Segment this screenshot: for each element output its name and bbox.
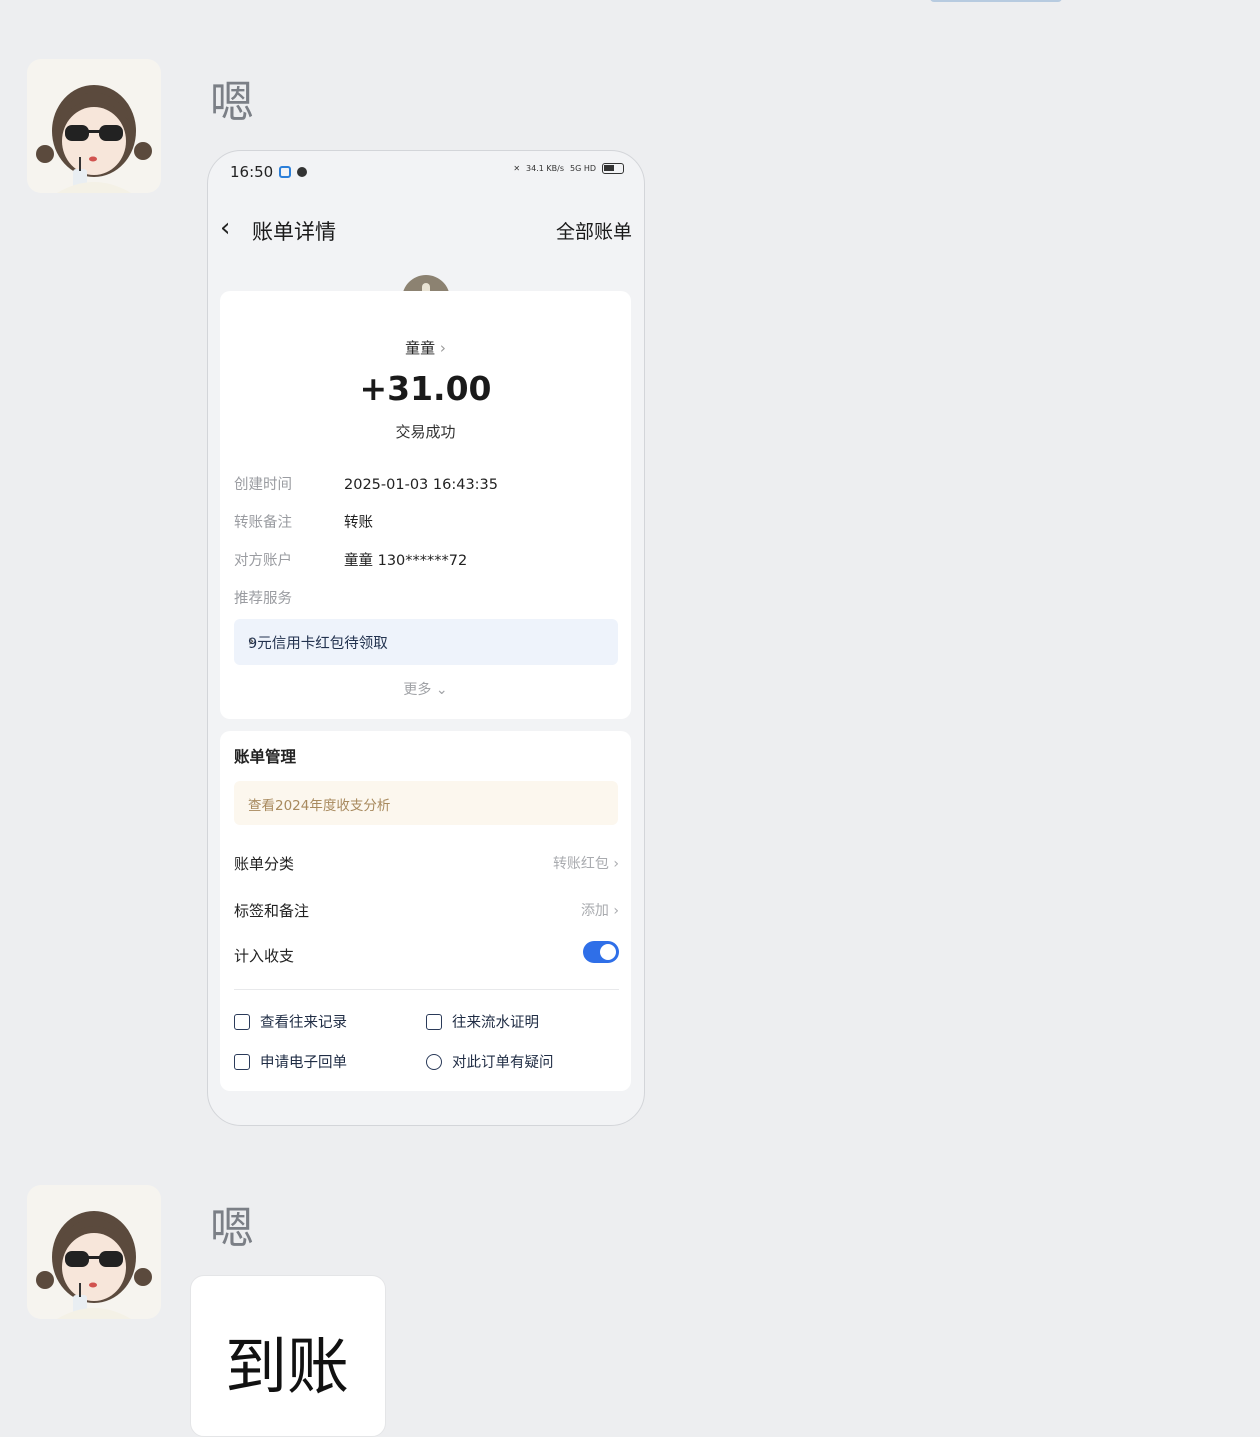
payer-name[interactable]: 童童 ›	[220, 337, 631, 358]
payer-name-text: 童童	[405, 339, 436, 357]
chevron-right-icon: ›	[248, 631, 255, 650]
sender-name: 嗯	[210, 77, 254, 128]
chevron-right-icon: ›	[439, 339, 446, 357]
transfer-receipt-image[interactable]: 16:50 ✕ 34.1 KB/s 5G HD ‹ 账单详情 全部账单 童童 ›…	[207, 150, 645, 1126]
receipt-card: 童童 › +31.00 交易成功 创建时间 2025-01-03 16:43:35…	[220, 291, 631, 719]
page-title: 账单详情	[252, 220, 336, 244]
detail-row: 转账备注 转账	[234, 511, 373, 532]
avatar[interactable]	[27, 59, 161, 193]
count-income-row: 计入收支	[234, 941, 619, 966]
more-toggle[interactable]: 更多 ⌄	[220, 679, 631, 699]
chevron-right-icon: ›	[248, 792, 254, 810]
detail-value: 2025-01-03 16:43:35	[344, 477, 498, 493]
view-records-action[interactable]: 查看往来记录	[234, 1011, 347, 1032]
battery-icon	[602, 163, 624, 174]
row-label: 计入收支	[234, 947, 295, 965]
status-bar: 16:50	[230, 163, 308, 181]
detail-key: 推荐服务	[234, 591, 292, 607]
detail-row: 对方账户 童童 130******72	[234, 549, 467, 570]
action-label: 申请电子回单	[260, 1055, 347, 1071]
row-label: 账单分类	[234, 855, 295, 873]
amount: +31.00	[359, 369, 492, 408]
detail-value: 童童 130******72	[344, 553, 468, 569]
all-bills-link[interactable]: 全部账单	[556, 217, 632, 244]
order-question-action[interactable]: 对此订单有疑问	[426, 1051, 554, 1072]
action-label: 查看往来记录	[260, 1015, 347, 1031]
count-income-toggle[interactable]	[583, 941, 619, 963]
promo-banner[interactable]: 9元信用卡红包待领取 ›	[234, 619, 618, 665]
document-icon	[426, 1013, 442, 1030]
question-icon	[426, 1053, 442, 1070]
detail-key: 创建时间	[234, 477, 292, 493]
message-icon	[297, 167, 308, 177]
divider	[234, 989, 619, 990]
detail-value: 转账	[344, 515, 373, 531]
annual-analysis-banner[interactable]: 查看2024年度收支分析 ›	[234, 781, 618, 825]
top-scroll-indicator	[930, 0, 1062, 2]
notification-icon	[279, 166, 292, 178]
bill-management-card: 账单管理 查看2024年度收支分析 › 账单分类 转账红包 › 标签和备注 添加…	[220, 731, 631, 1091]
tag-note-row[interactable]: 标签和备注 添加 ›	[234, 900, 619, 921]
add-value: 添加	[580, 903, 609, 919]
action-label: 往来流水证明	[452, 1015, 539, 1031]
mute-icon: ✕	[513, 164, 521, 173]
row-value: 添加 ›	[580, 903, 619, 919]
row-label: 标签和备注	[234, 902, 310, 920]
status-right: ✕ 34.1 KB/s 5G HD	[513, 163, 624, 174]
status-time: 16:50	[230, 163, 274, 181]
category-value: 转账红包	[552, 856, 609, 872]
detail-row: 推荐服务	[234, 587, 344, 608]
avatar[interactable]	[27, 1185, 161, 1319]
message-bubble[interactable]: 到账	[190, 1275, 386, 1437]
bill-category-row[interactable]: 账单分类 转账红包 ›	[234, 853, 619, 874]
statement-proof-action[interactable]: 往来流水证明	[426, 1011, 539, 1032]
chevron-down-icon: ⌄	[435, 682, 448, 698]
network-speed: 34.1 KB/s	[526, 164, 564, 173]
detail-key: 对方账户	[234, 553, 292, 569]
more-label: 更多	[403, 682, 432, 698]
action-label: 对此订单有疑问	[452, 1055, 554, 1071]
nav-bar: ‹ 账单详情 全部账单	[208, 209, 644, 249]
back-icon[interactable]: ‹	[220, 213, 230, 243]
sender-name: 嗯	[210, 1203, 254, 1254]
record-icon	[234, 1013, 250, 1030]
section-title: 账单管理	[234, 748, 297, 766]
row-value: 转账红包 ›	[552, 856, 619, 872]
detail-key: 转账备注	[234, 515, 292, 531]
message-text: 到账	[225, 1330, 350, 1403]
mail-icon	[234, 1053, 250, 1070]
e-receipt-action[interactable]: 申请电子回单	[234, 1051, 347, 1072]
signal-text: 5G HD	[569, 164, 596, 173]
detail-row: 创建时间 2025-01-03 16:43:35	[234, 473, 498, 494]
transaction-status: 交易成功	[395, 423, 456, 441]
